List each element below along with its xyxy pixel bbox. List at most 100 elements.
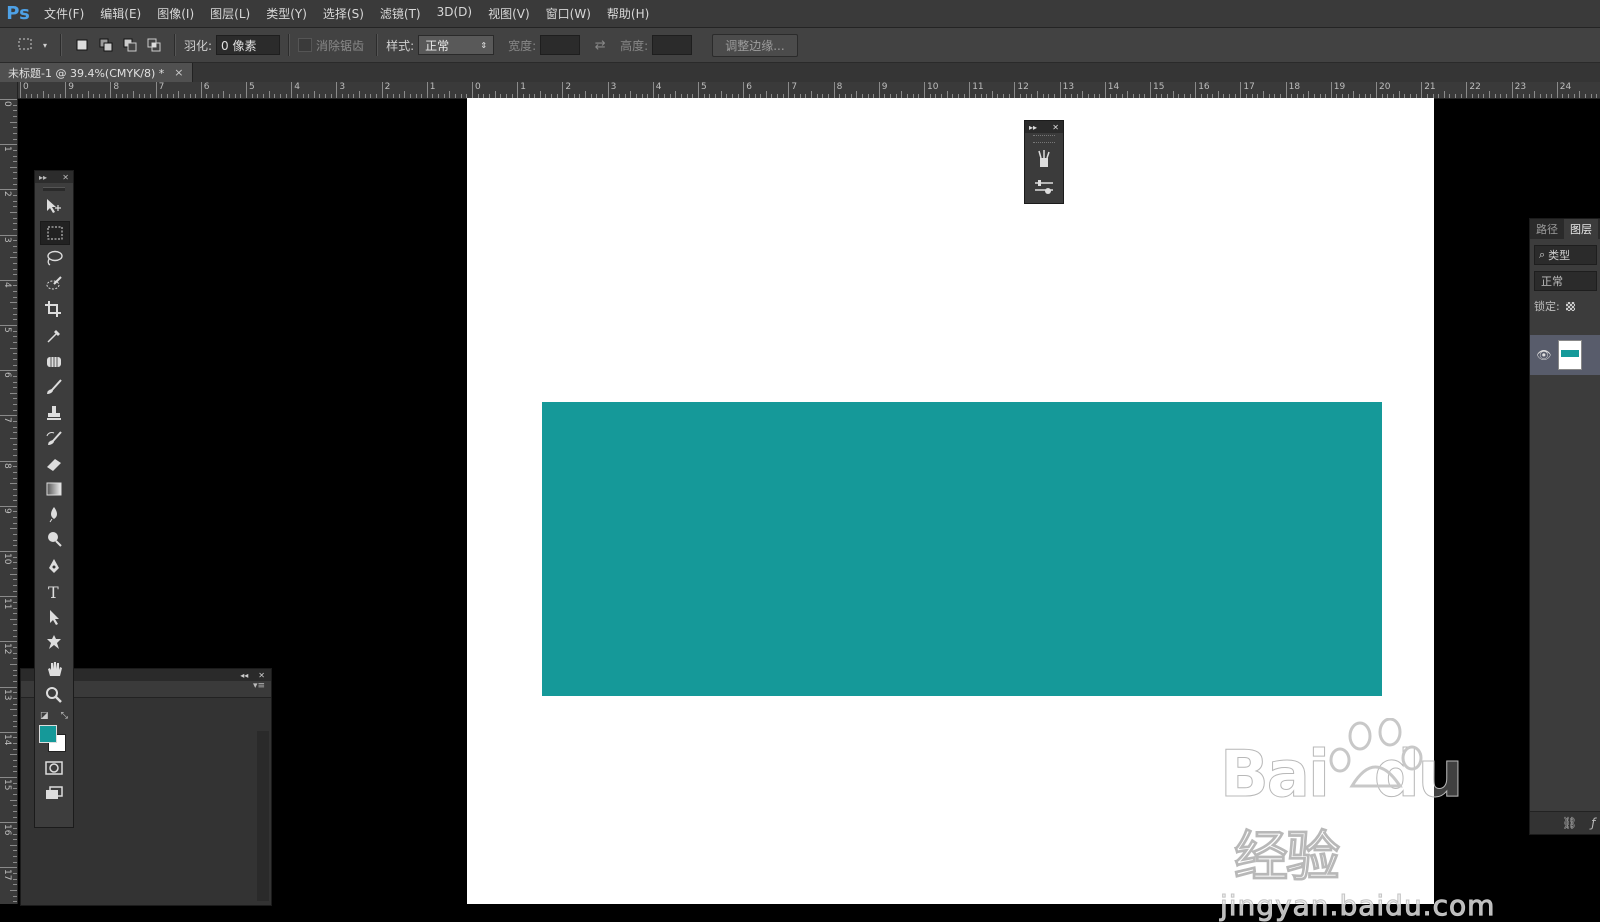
swap-colors-icon[interactable]: ⤡	[61, 711, 68, 721]
grip-handle[interactable]	[43, 187, 65, 191]
ruler-minor-tick	[13, 251, 17, 253]
collapse-icon[interactable]: ◂◂	[240, 671, 248, 680]
menu-item[interactable]: 文件(F)	[36, 5, 92, 22]
crop-tool-icon[interactable]	[40, 298, 68, 320]
tools-panel-header[interactable]: ▸▸ ✕	[35, 171, 73, 183]
refine-edge-button[interactable]: 调整边缘...	[712, 33, 798, 57]
swap-width-height-icon[interactable]: ⇄	[590, 35, 610, 55]
mini-panel-header[interactable]: ▸▸ ✕	[1025, 121, 1063, 133]
expand-icon[interactable]: ▸▸	[1029, 123, 1037, 132]
eraser-tool-icon[interactable]	[40, 453, 68, 475]
document-tab[interactable]: 未标题-1 @ 39.4%(CMYK/8) * ×	[0, 63, 193, 82]
clone-stamp-tool-icon[interactable]	[40, 402, 68, 424]
mini-panel: ▸▸ ✕	[1024, 120, 1064, 204]
ruler-minor-tick	[1590, 94, 1592, 98]
add-to-selection-icon[interactable]	[96, 35, 116, 55]
screen-mode-icon[interactable]	[40, 782, 68, 804]
document-tab-title: 未标题-1 @ 39.4%(CMYK/8) *	[8, 66, 165, 80]
eyedropper-tool-icon[interactable]	[40, 324, 68, 346]
ruler-minor-tick	[36, 94, 38, 98]
height-input[interactable]	[652, 35, 693, 55]
menu-item[interactable]: 编辑(E)	[92, 5, 149, 22]
ruler-minor-tick	[10, 664, 17, 665]
ruler-minor-tick	[268, 91, 270, 98]
tab-paths[interactable]: 路径	[1530, 219, 1564, 239]
layer-filter-select[interactable]: ⌕ 类型	[1534, 245, 1597, 265]
feather-input[interactable]	[216, 35, 281, 55]
pen-tool-icon[interactable]	[40, 555, 68, 577]
style-select[interactable]: 正常 ⇕	[418, 35, 495, 55]
close-icon[interactable]: ✕	[258, 671, 265, 680]
panel-scrollbar[interactable]	[257, 731, 269, 901]
horizontal-ruler[interactable]: 0 9 8 7 6 5 4 3 2 1 0 1 2 3 4 5 6 7 8 9 10 11 12 13 14 15 16 17 18 19…	[18, 82, 1600, 99]
lock-transparent-pixels-icon[interactable]	[1565, 301, 1575, 311]
ruler-tick	[1376, 82, 1377, 98]
hand-tool-icon[interactable]	[40, 658, 68, 680]
ruler-minor-tick	[13, 556, 17, 558]
ruler-minor-tick	[765, 91, 767, 98]
dodge-tool-icon[interactable]	[40, 528, 68, 550]
path-selection-tool-icon[interactable]	[40, 606, 68, 628]
type-tool-icon[interactable]: T	[40, 581, 68, 603]
ruler-minor-tick	[13, 426, 17, 428]
healing-brush-tool-icon[interactable]	[40, 351, 68, 373]
ruler-label: 1	[429, 82, 436, 92]
ruler-minor-tick	[10, 347, 17, 349]
layer-filter-value: 类型	[1548, 249, 1571, 262]
blur-tool-icon[interactable]	[40, 503, 68, 525]
preset-dropdown-icon[interactable]: ▾	[40, 35, 50, 55]
ruler-label: 22	[1469, 82, 1481, 92]
ruler-label: 13	[2, 688, 12, 701]
ruler-tick	[1195, 82, 1197, 98]
ruler-minor-tick	[13, 827, 17, 829]
ruler-label: 10	[2, 553, 12, 565]
layer-row[interactable]: 👁	[1530, 335, 1600, 375]
lasso-tool-icon[interactable]	[40, 247, 68, 269]
menu-item[interactable]: 类型(Y)	[258, 5, 315, 22]
ruler-minor-tick	[10, 799, 17, 801]
brush-settings-icon[interactable]	[1025, 173, 1063, 201]
vertical-ruler[interactable]: 0 1 2 3 4 5 6 7 8 9 10 11 12 13 14 15 16 17	[0, 82, 18, 904]
menu-item[interactable]: 选择(S)	[315, 5, 372, 22]
width-input[interactable]	[540, 35, 581, 55]
marquee-tool-icon[interactable]	[40, 221, 70, 245]
close-icon[interactable]: ✕	[1052, 123, 1059, 132]
ruler-minor-tick	[319, 94, 321, 98]
expand-icon[interactable]: ▸▸	[39, 173, 47, 182]
custom-shape-tool-icon[interactable]	[40, 631, 68, 653]
close-icon[interactable]: ✕	[62, 173, 69, 182]
menu-item[interactable]: 帮助(H)	[599, 5, 657, 22]
antialias-checkbox[interactable]	[298, 38, 313, 52]
blend-mode-select[interactable]: 正常	[1534, 271, 1597, 291]
menu-item[interactable]: 图像(I)	[149, 5, 202, 22]
new-selection-icon[interactable]	[72, 35, 92, 55]
quick-mask-icon[interactable]	[40, 757, 68, 779]
menu-item[interactable]: 滤镜(T)	[372, 5, 429, 22]
ruler-minor-tick	[13, 884, 17, 886]
menu-item[interactable]: 视图(V)	[480, 5, 538, 22]
brush-tool-icon[interactable]	[40, 376, 68, 398]
menu-item[interactable]: 图层(L)	[202, 5, 258, 22]
close-icon[interactable]: ×	[174, 66, 183, 79]
layer-style-icon[interactable]: ƒ	[1591, 816, 1595, 830]
menu-item[interactable]: 窗口(W)	[538, 5, 599, 22]
menu-item[interactable]: 3D(D)	[429, 5, 480, 22]
visibility-eye-icon[interactable]: 👁	[1530, 348, 1558, 362]
ruler-label: 4	[655, 82, 662, 92]
history-brush-tool-icon[interactable]	[40, 428, 68, 450]
subtract-from-selection-icon[interactable]	[120, 35, 140, 55]
foreground-color-swatch[interactable]	[39, 725, 57, 743]
link-layers-icon[interactable]: ⛓	[1562, 816, 1577, 830]
tab-layers[interactable]: 图层	[1564, 219, 1598, 239]
baidu-jingyan-watermark: Bai du经验 jingyan.baidu.com	[1220, 718, 1520, 922]
zoom-tool-icon[interactable]	[40, 684, 68, 706]
intersect-selection-icon[interactable]	[144, 35, 164, 55]
brush-presets-icon[interactable]	[1025, 145, 1063, 173]
quick-selection-tool-icon[interactable]	[40, 272, 68, 294]
gradient-tool-icon[interactable]	[40, 478, 68, 500]
grip-handle[interactable]	[1033, 135, 1055, 143]
marquee-preset-icon[interactable]	[16, 35, 36, 55]
default-colors-icon[interactable]: ◪	[40, 711, 49, 721]
move-tool-icon[interactable]	[40, 195, 68, 217]
panel-menu-icon[interactable]: ▾≡	[253, 681, 265, 691]
